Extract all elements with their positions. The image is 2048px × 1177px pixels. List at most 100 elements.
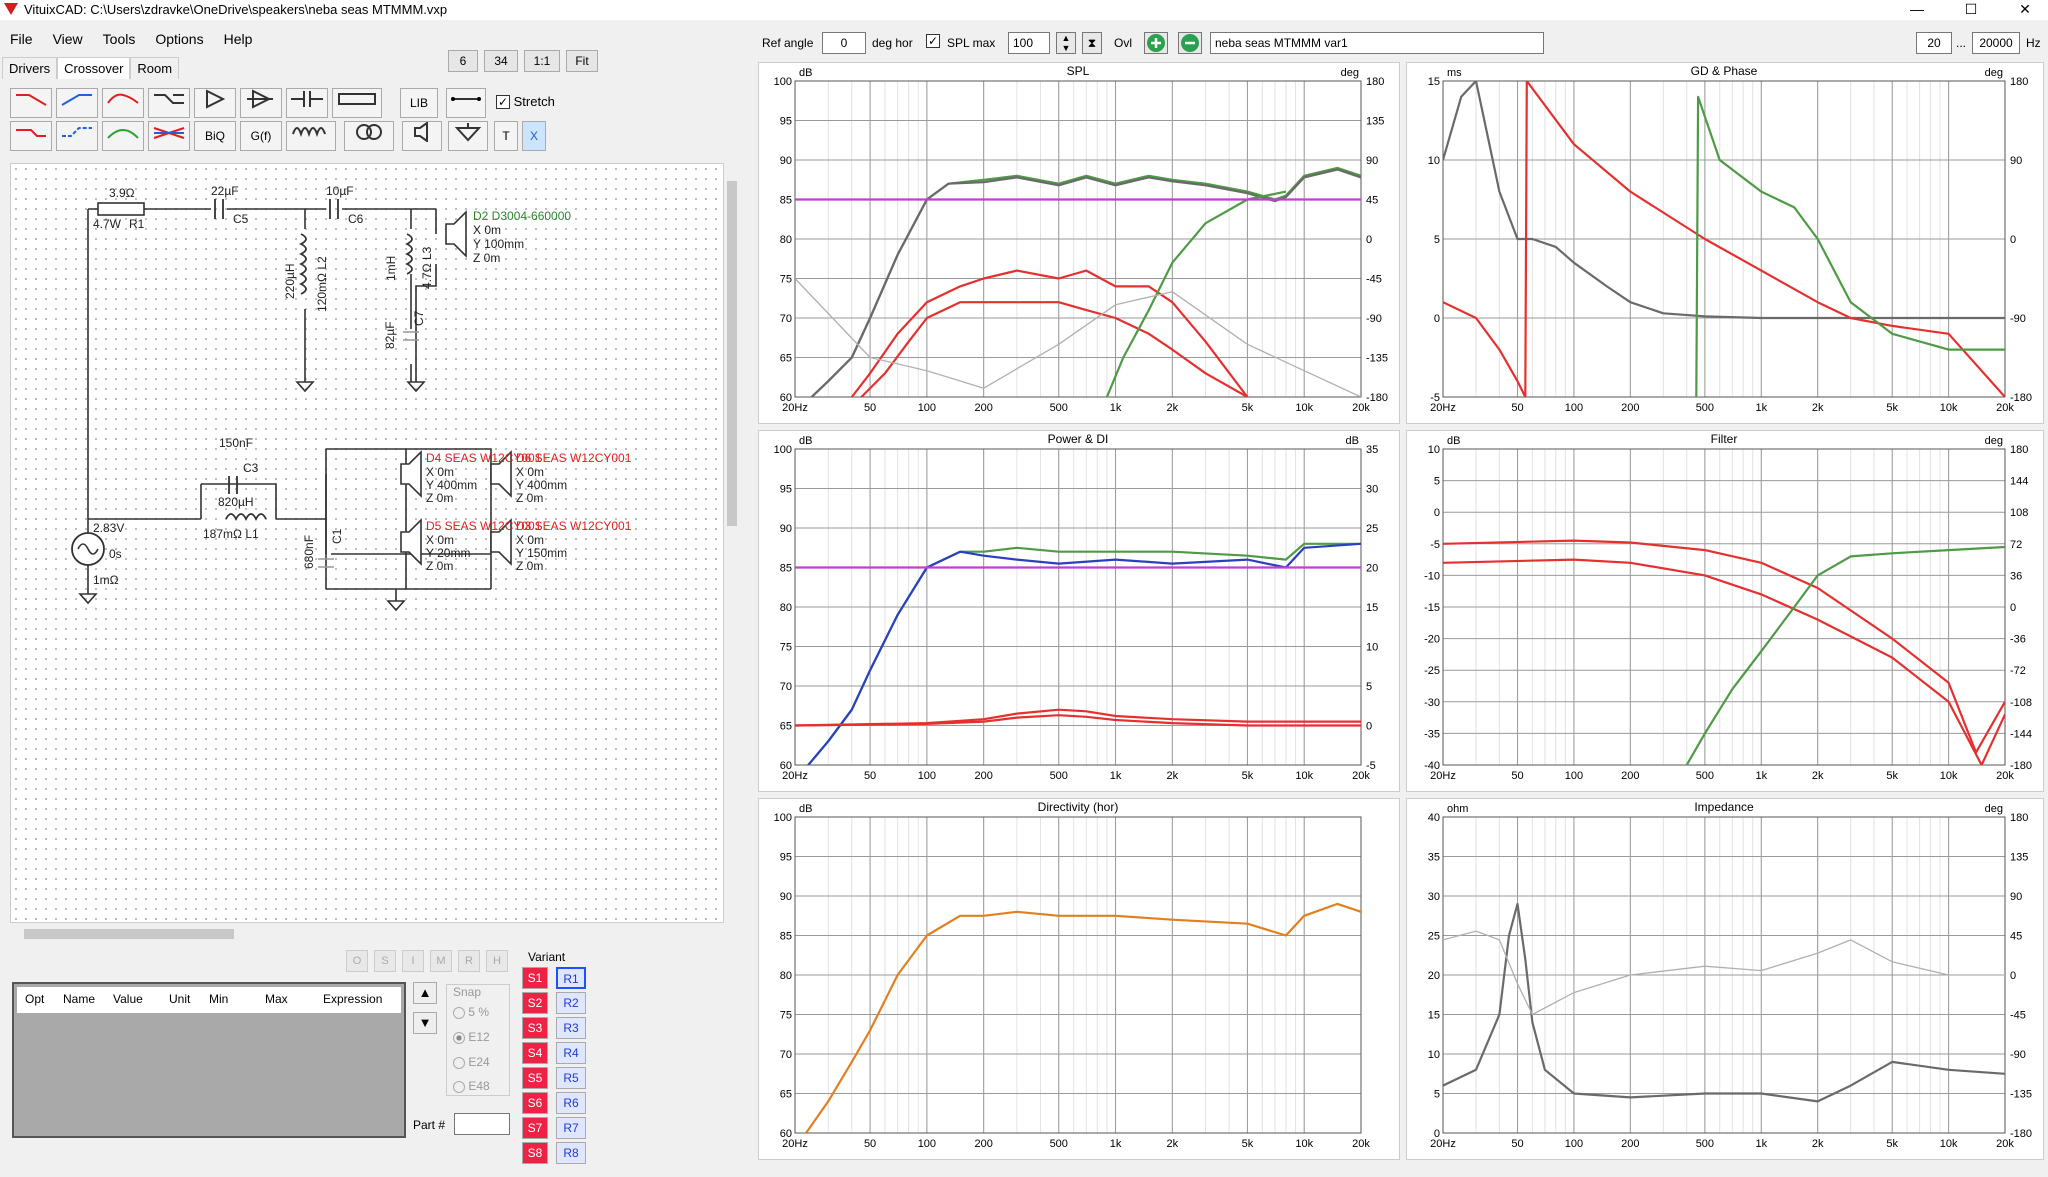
variant-s7-button[interactable]: S7	[522, 1117, 548, 1139]
maximize-button[interactable]: ☐	[1948, 0, 1994, 20]
variant-s2-button[interactable]: S2	[522, 992, 548, 1014]
move-down-button[interactable]: ▼	[413, 1012, 437, 1034]
capacitor-button[interactable]	[286, 88, 328, 118]
variant-r4-button[interactable]: R4	[556, 1042, 586, 1064]
horizontal-scrollbar[interactable]	[10, 926, 724, 942]
col-value[interactable]: Value	[113, 992, 143, 1006]
filter-chart[interactable]: Filter dB deg 10 5 0 -5 -10 -15 -20 -25 -30 -35 -40 18…	[1406, 430, 2044, 792]
spl-chart[interactable]: SPL dB deg 100 95 90 85 80 75 70 65 60 180 135 90 45 0 -4…	[758, 62, 1400, 424]
col-opt[interactable]: Opt	[25, 992, 44, 1006]
col-expression[interactable]: Expression	[323, 992, 382, 1006]
gd-phase-chart[interactable]: GD & Phase ms deg 15 10 5 0 -5 180 90 0 -90 -180 20Hz…	[1406, 62, 2044, 424]
amplifier-button[interactable]	[194, 88, 236, 118]
lowpass-1-button[interactable]	[10, 88, 52, 118]
zoom-34-button[interactable]: 34	[484, 50, 518, 72]
param-s-button[interactable]: S	[374, 950, 396, 972]
freq-min-input[interactable]: 20	[1916, 32, 1952, 54]
resistor-r1[interactable]	[97, 202, 145, 216]
zoom-fit-button[interactable]: Fit	[566, 50, 598, 72]
variant-r1-button[interactable]: R1	[556, 967, 586, 989]
param-o-button[interactable]: O	[346, 950, 368, 972]
range-toggle-button[interactable]: ⧗	[1082, 32, 1102, 54]
variant-s6-button[interactable]: S6	[522, 1092, 548, 1114]
transformer-button[interactable]	[344, 121, 394, 151]
tab-crossover[interactable]: Crossover	[57, 57, 131, 79]
schematic-canvas[interactable]: 3.9Ω 4.7W R1 22µF C5 10µF C6 220µH 120mΩ…	[10, 163, 724, 923]
menu-view[interactable]: View	[43, 28, 93, 50]
menu-file[interactable]: File	[0, 28, 43, 50]
driver-d2[interactable]	[445, 210, 467, 258]
resistor-button[interactable]	[332, 88, 382, 118]
delete-button[interactable]: X	[522, 121, 546, 151]
driver-d4[interactable]	[400, 450, 422, 498]
capacitor-c5[interactable]	[214, 199, 224, 219]
shelf-button[interactable]	[148, 88, 190, 118]
bandpass-2-button[interactable]	[102, 121, 144, 151]
stretch-checkbox[interactable]: ✓ Stretch	[496, 94, 555, 109]
lib-button[interactable]: LIB	[400, 88, 438, 118]
lowpass-2-button[interactable]	[10, 121, 52, 151]
menu-options[interactable]: Options	[145, 28, 213, 50]
wire-button[interactable]	[446, 88, 486, 118]
inductor-l3[interactable]	[404, 233, 413, 275]
col-name[interactable]: Name	[63, 992, 95, 1006]
vertical-scrollbar[interactable]	[724, 163, 740, 923]
col-unit[interactable]: Unit	[169, 992, 190, 1006]
snap-5pct[interactable]: 5 %	[453, 1005, 489, 1019]
variant-r8-button[interactable]: R8	[556, 1142, 586, 1164]
tab-drivers[interactable]: Drivers	[2, 57, 58, 79]
variant-s5-button[interactable]: S5	[522, 1067, 548, 1089]
variant-r7-button[interactable]: R7	[556, 1117, 586, 1139]
power-di-chart[interactable]: Power & DI dB dB 100 95 90 85 80 75 70 65 60 35 30 25 2…	[758, 430, 1400, 792]
variant-s8-button[interactable]: S8	[522, 1142, 548, 1164]
part-number-input[interactable]	[454, 1113, 510, 1135]
biquad-button[interactable]: BiQ	[194, 121, 236, 151]
close-button[interactable]: ✕	[2002, 0, 2048, 20]
tab-room[interactable]: Room	[130, 57, 180, 79]
driver-d5[interactable]	[400, 518, 422, 566]
spl-max-spinner[interactable]: ▲ ▼	[1056, 32, 1076, 54]
snap-e12[interactable]: E12	[453, 1030, 490, 1044]
driver-button[interactable]	[402, 121, 442, 151]
variant-r6-button[interactable]: R6	[556, 1092, 586, 1114]
variant-r2-button[interactable]: R2	[556, 992, 586, 1014]
freq-max-input[interactable]: 20000	[1972, 32, 2020, 54]
param-r-button[interactable]: R	[458, 950, 480, 972]
ref-angle-input[interactable]: 0	[822, 32, 866, 54]
col-max[interactable]: Max	[265, 992, 288, 1006]
ground-button[interactable]	[448, 121, 488, 151]
zoom-1to1-button[interactable]: 1:1	[524, 50, 560, 72]
text-button[interactable]: T	[494, 121, 518, 151]
variant-r5-button[interactable]: R5	[556, 1067, 586, 1089]
inductor-l1[interactable]	[225, 513, 267, 522]
spl-max-checkbox[interactable]: ✓	[926, 34, 940, 48]
minimize-button[interactable]: —	[1894, 0, 1940, 20]
overlay-add-button[interactable]	[1144, 32, 1168, 54]
param-h-button[interactable]: H	[486, 950, 508, 972]
overlay-name-input[interactable]: neba seas MTMMM var1	[1210, 32, 1544, 54]
variant-s4-button[interactable]: S4	[522, 1042, 548, 1064]
impedance-chart[interactable]: Impedance ohm deg 40 35 30 25 20 15 10 5 0 180 135 90 4…	[1406, 798, 2044, 1160]
buffer-button[interactable]	[240, 88, 282, 118]
highpass-1-button[interactable]	[56, 88, 98, 118]
bandpass-1-button[interactable]	[102, 88, 144, 118]
highpass-2-button[interactable]	[56, 121, 98, 151]
spl-max-input[interactable]: 100	[1008, 32, 1050, 54]
notch-button[interactable]	[148, 121, 190, 151]
capacitor-c6[interactable]	[329, 199, 339, 219]
variant-s1-button[interactable]: S1	[522, 967, 548, 989]
param-m-button[interactable]: M	[430, 950, 452, 972]
overlay-remove-button[interactable]	[1178, 32, 1202, 54]
move-up-button[interactable]: ▲	[413, 982, 437, 1004]
zoom-6-button[interactable]: 6	[448, 50, 478, 72]
variant-s3-button[interactable]: S3	[522, 1017, 548, 1039]
snap-e24[interactable]: E24	[453, 1055, 490, 1069]
inductor-button[interactable]	[286, 121, 336, 151]
variant-r3-button[interactable]: R3	[556, 1017, 586, 1039]
snap-e48[interactable]: E48	[453, 1079, 490, 1093]
capacitor-c3[interactable]	[228, 476, 238, 494]
col-min[interactable]: Min	[209, 992, 228, 1006]
inductor-l2[interactable]	[298, 233, 307, 295]
directivity-chart[interactable]: Directivity (hor) dB 100 95 90 85 80 75 70 65 60 20…	[758, 798, 1400, 1160]
menu-tools[interactable]: Tools	[93, 28, 146, 50]
